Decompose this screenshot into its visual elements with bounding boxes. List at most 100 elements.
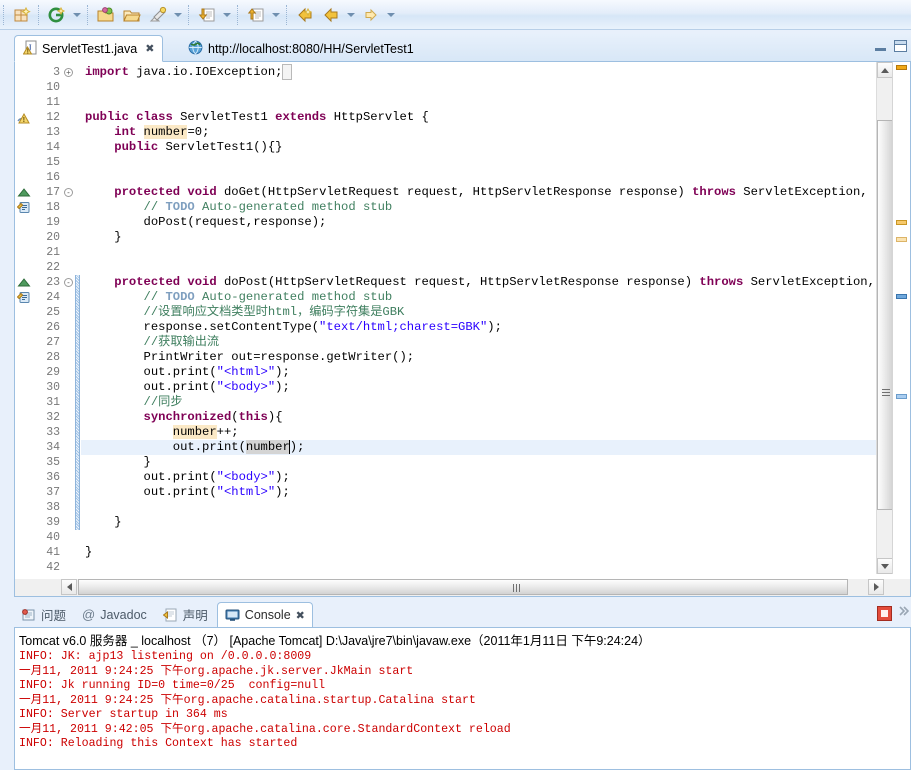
code-line[interactable] <box>81 80 910 95</box>
code-line[interactable]: import java.io.IOException; <box>81 64 910 80</box>
code-line[interactable]: } <box>81 455 910 470</box>
console-output-panel[interactable]: Tomcat v6.0 服务器 _ localhost （7） [Apache … <box>14 627 911 770</box>
import-icon[interactable] <box>195 3 219 27</box>
line-number: 28 <box>46 351 60 364</box>
minimize-button[interactable] <box>875 42 886 51</box>
code-line[interactable] <box>81 500 910 515</box>
code-line[interactable]: //同步 <box>81 395 910 410</box>
line-number: 15 <box>46 156 60 169</box>
editor-tab-browser[interactable]: http://localhost:8080/HH/ServletTest1 <box>180 35 422 62</box>
code-editor[interactable]: ! 3 10 11 12 13 14 15 16 17 18 19 20 21 22 23 24 25 26 27 2… <box>15 62 910 574</box>
console-output-line: INFO: JK: ajp13 listening on /0.0.0.0:80… <box>19 650 312 663</box>
code-line[interactable]: protected void doPost(HttpServletRequest… <box>81 275 910 290</box>
scroll-left-arrow-icon[interactable] <box>61 579 77 595</box>
gutter-override-icon[interactable] <box>17 276 31 290</box>
code-line[interactable]: out.print(number); <box>81 440 910 455</box>
code-line[interactable]: out.print("<body>"); <box>81 380 910 395</box>
scroll-right-arrow-icon[interactable] <box>868 579 884 595</box>
vertical-scroll-thumb[interactable] <box>877 120 893 510</box>
console-tab-javadoc[interactable]: @ Javadoc <box>75 602 154 627</box>
back-icon[interactable] <box>319 3 343 27</box>
maximize-button[interactable] <box>894 40 907 52</box>
code-token: "<body>" <box>216 470 276 484</box>
source-code-text[interactable]: import java.io.IOException; public class… <box>81 62 910 574</box>
console-tab-item-2[interactable]: 声明 <box>156 602 215 627</box>
scroll-up-arrow-icon[interactable] <box>877 62 893 78</box>
gutter-todo-icon[interactable] <box>16 201 31 215</box>
code-line[interactable]: response.setContentType("text/html;chare… <box>81 320 910 335</box>
overview-ruler-mark[interactable] <box>896 394 907 399</box>
forward-dropdown-icon[interactable] <box>384 3 397 27</box>
code-token: int <box>114 125 137 139</box>
editor-tab-servlettest1-java[interactable]: J ! ServletTest1.java ✖ <box>14 35 164 62</box>
overview-ruler-mark[interactable] <box>896 237 907 242</box>
editor-tab-close-icon[interactable]: ✖ <box>145 42 154 55</box>
import-dropdown-icon[interactable] <box>220 3 233 27</box>
declaration-icon <box>162 608 178 622</box>
code-line[interactable]: //获取输出流 <box>81 335 910 350</box>
overview-ruler-mark[interactable] <box>896 65 907 70</box>
code-line[interactable]: number++; <box>81 425 910 440</box>
code-line[interactable]: protected void doGet(HttpServletRequest … <box>81 185 910 200</box>
gutter-warn-icon[interactable]: ! <box>17 111 31 125</box>
code-line[interactable] <box>81 560 910 574</box>
print-dropdown-icon[interactable] <box>171 3 184 27</box>
fold-toggle-expand[interactable]: + <box>64 68 73 77</box>
line-number: 19 <box>46 216 60 229</box>
folded-region-marker[interactable] <box>282 64 292 80</box>
java-file-warning-icon: J ! <box>22 40 37 58</box>
back-yellow-icon[interactable] <box>293 3 317 27</box>
code-line[interactable]: } <box>81 230 910 245</box>
scroll-grip-icon <box>882 389 890 396</box>
gutter-marker-column[interactable]: ! <box>15 62 33 574</box>
forward-icon[interactable] <box>359 3 383 27</box>
code-line[interactable] <box>81 155 910 170</box>
open-folder-icon[interactable] <box>120 3 144 27</box>
print-icon[interactable] <box>146 3 170 27</box>
line-number: 37 <box>46 486 60 499</box>
save-icon[interactable] <box>94 3 118 27</box>
folding-ruler[interactable]: + - - <box>63 62 74 574</box>
code-line[interactable]: synchronized(this){ <box>81 410 910 425</box>
fold-toggle-collapse[interactable]: - <box>64 188 73 197</box>
horizontal-scroll-thumb[interactable] <box>78 579 848 595</box>
code-line[interactable]: public ServletTest1(){} <box>81 140 910 155</box>
back-dropdown-icon[interactable] <box>344 3 357 27</box>
code-line[interactable]: PrintWriter out=response.getWriter(); <box>81 350 910 365</box>
new-wizard-icon[interactable] <box>10 3 34 27</box>
overview-ruler-mark[interactable] <box>896 220 907 225</box>
code-line[interactable] <box>81 245 910 260</box>
console-tab-close-icon[interactable]: ✖ <box>296 609 305 622</box>
code-line[interactable]: out.print("<body>"); <box>81 470 910 485</box>
code-line[interactable] <box>81 260 910 275</box>
terminate-button[interactable] <box>877 605 892 621</box>
fold-toggle-collapse[interactable]: - <box>64 278 73 287</box>
scroll-down-arrow-icon[interactable] <box>877 558 893 574</box>
code-line[interactable] <box>81 95 910 110</box>
code-line[interactable]: } <box>81 515 910 530</box>
code-line[interactable]: // TODO Auto-generated method stub <box>81 200 910 215</box>
code-line[interactable] <box>81 170 910 185</box>
export-icon[interactable] <box>244 3 268 27</box>
editor-horizontal-scrollbar[interactable] <box>15 579 910 596</box>
console-tab-item-0[interactable]: 问题 <box>14 602 73 627</box>
new-java-project-icon[interactable] <box>45 3 69 27</box>
code-line[interactable]: } <box>81 545 910 560</box>
code-line[interactable]: public class ServletTest1 extends HttpSe… <box>81 110 910 125</box>
gutter-todo-icon[interactable] <box>16 291 31 305</box>
code-line[interactable] <box>81 530 910 545</box>
code-line[interactable]: int number=0; <box>81 125 910 140</box>
code-line[interactable]: // TODO Auto-generated method stub <box>81 290 910 305</box>
code-line[interactable]: out.print("<html>"); <box>81 365 910 380</box>
export-dropdown-icon[interactable] <box>269 3 282 27</box>
console-tab-console[interactable]: Console ✖ <box>216 602 313 627</box>
console-menu-chevron-icon[interactable] <box>898 604 910 622</box>
gutter-override-icon[interactable] <box>17 186 31 200</box>
new-java-project-dropdown-icon[interactable] <box>70 3 83 27</box>
code-line[interactable]: out.print("<html>"); <box>81 485 910 500</box>
overview-ruler[interactable] <box>892 62 910 574</box>
overview-ruler-mark[interactable] <box>896 294 907 299</box>
code-line[interactable]: //设置响应文档类型时html，编码字符集是GBK <box>81 305 910 320</box>
code-line[interactable]: doPost(request,response); <box>81 215 910 230</box>
editor-vertical-scrollbar[interactable] <box>876 62 893 574</box>
